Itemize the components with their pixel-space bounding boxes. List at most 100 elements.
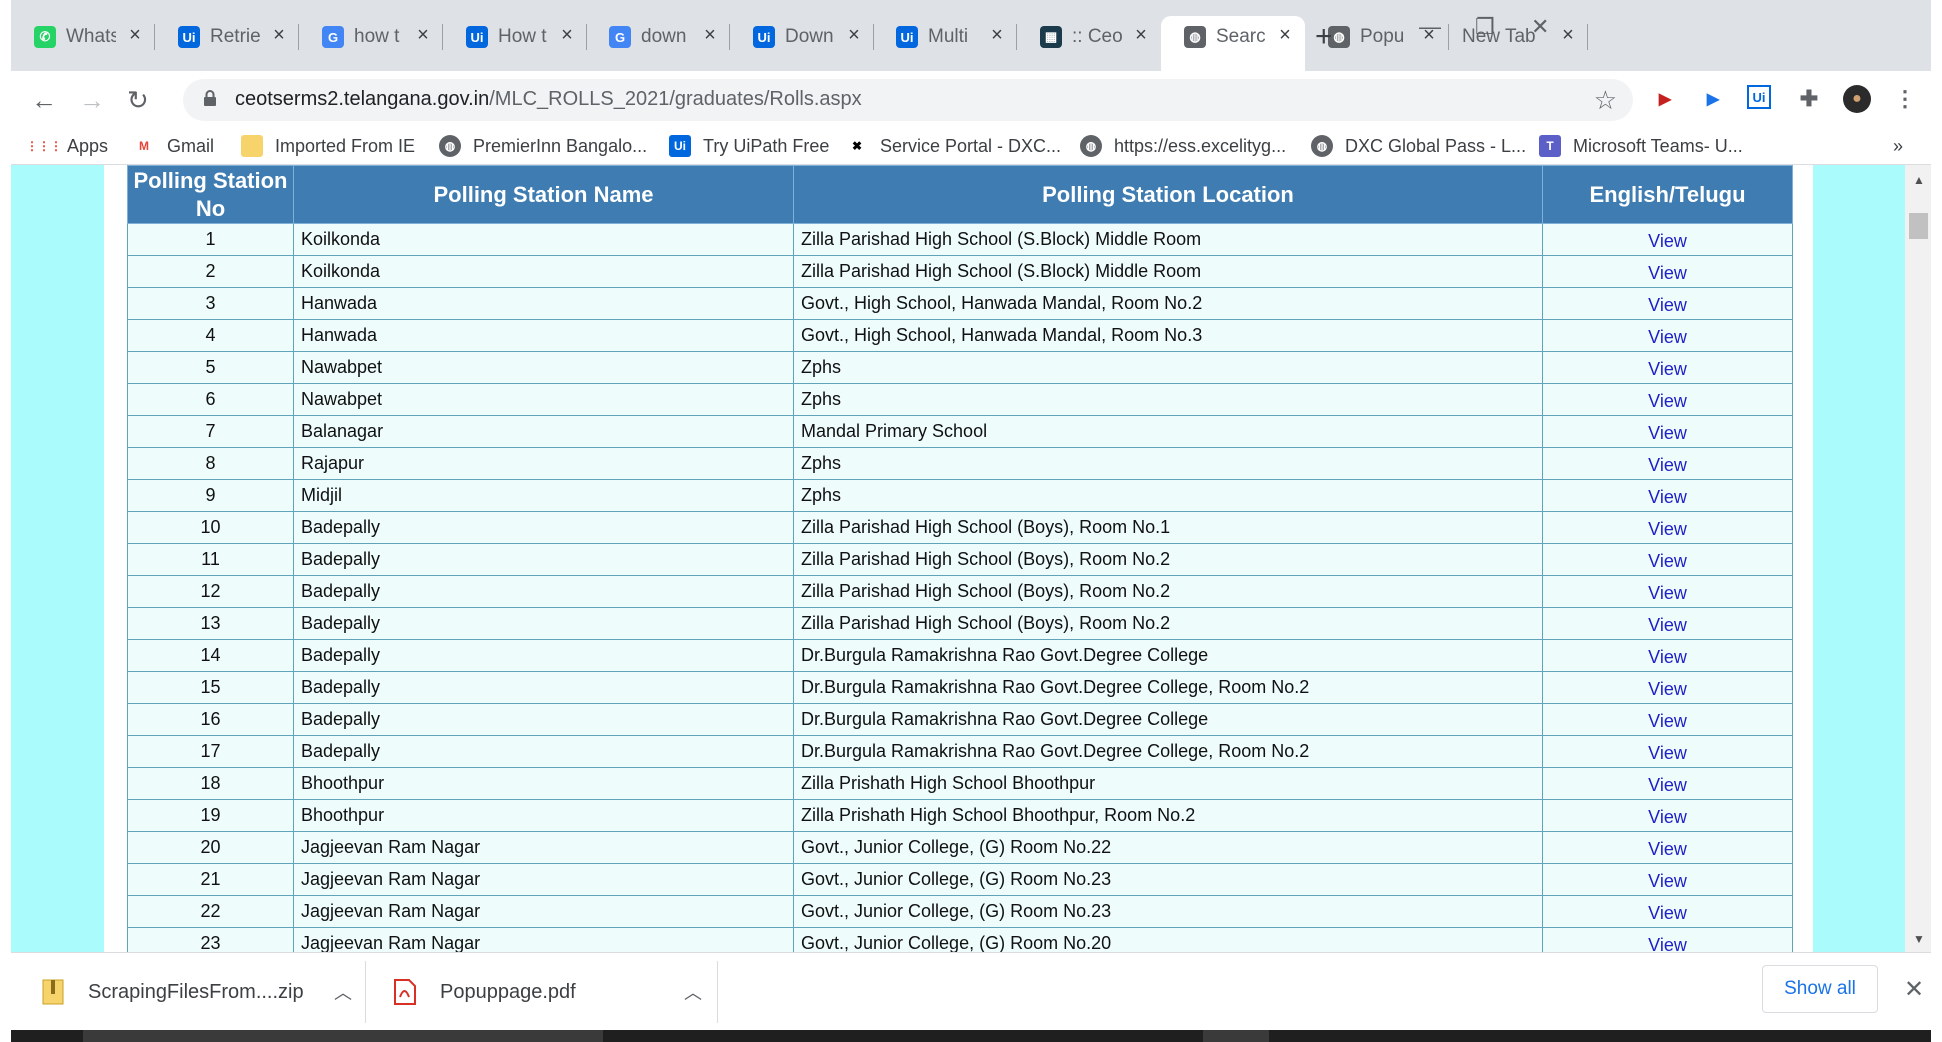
back-arrow-icon[interactable]: ← <box>31 85 57 116</box>
table-header-row: Polling Station No Polling Station Name … <box>127 165 1793 224</box>
chevron-up-icon[interactable]: ︿ <box>684 979 702 1005</box>
view-cell: View <box>1542 319 1793 352</box>
close-tab-icon[interactable]: × <box>1129 24 1153 47</box>
close-downloads-bar-icon[interactable]: ✕ <box>1904 975 1924 1004</box>
view-link[interactable]: View <box>1648 551 1687 571</box>
bookmark-item[interactable]: Imported From IE <box>241 134 415 158</box>
view-link[interactable]: View <box>1648 903 1687 923</box>
station-name-cell: Koilkonda <box>293 255 794 288</box>
close-tab-icon[interactable]: × <box>1273 24 1297 47</box>
forward-arrow-icon[interactable]: → <box>79 85 105 116</box>
bookmark-item[interactable]: ⋮⋮⋮ Apps <box>26 134 108 158</box>
tab-4[interactable]: Gdown × <box>586 16 730 57</box>
station-location-cell: Zphs <box>793 351 1543 384</box>
restore-button[interactable]: ❐ <box>1475 14 1495 40</box>
tab-8[interactable]: ◍ Searc × <box>1161 16 1305 71</box>
station-name-cell: Badepally <box>293 639 794 672</box>
view-link[interactable]: View <box>1648 455 1687 475</box>
extensions-puzzle-icon[interactable]: ✚ <box>1795 85 1823 113</box>
bookmark-label: PremierInn Bangalo... <box>473 135 648 156</box>
table-row: 9 Midjil Zphs View <box>127 479 1793 512</box>
view-link[interactable]: View <box>1648 615 1687 635</box>
chevron-up-icon[interactable]: ︿ <box>334 979 352 1005</box>
globe-icon: ◍ <box>439 135 461 157</box>
view-link[interactable]: View <box>1648 263 1687 283</box>
scroll-up-arrow-icon[interactable]: ▲ <box>1913 173 1925 187</box>
close-tab-icon[interactable]: × <box>842 24 866 47</box>
uipath-icon: Ui <box>178 26 200 48</box>
bookmark-item[interactable]: T Microsoft Teams- U... <box>1539 134 1743 158</box>
bookmark-item[interactable]: Ui Try UiPath Free <box>669 134 829 158</box>
bookmark-item[interactable]: ✖ Service Portal - DXC... <box>846 134 1061 158</box>
bookmark-star-icon[interactable]: ☆ <box>1594 85 1617 116</box>
view-link[interactable]: View <box>1648 231 1687 251</box>
profile-avatar[interactable]: ● <box>1843 85 1871 113</box>
bookmark-item[interactable]: ◍ DXC Global Pass - L... <box>1311 134 1526 158</box>
show-all-downloads-button[interactable]: Show all <box>1762 965 1878 1013</box>
reload-icon[interactable]: ↻ <box>127 85 149 116</box>
close-tab-icon[interactable]: × <box>698 24 722 47</box>
url-text: ceotserms2.telangana.gov.in/MLC_ROLLS_20… <box>235 88 862 111</box>
table-row: 13 Badepally Zilla Parishad High School (B… <box>127 607 1793 640</box>
view-link[interactable]: View <box>1648 935 1687 952</box>
uipath-extension-icon[interactable]: Ui <box>1747 85 1771 109</box>
download-item-zip[interactable]: ScrapingFilesFrom....zip ︿ <box>42 953 362 1031</box>
scroll-down-arrow-icon[interactable]: ▼ <box>1913 932 1925 946</box>
close-tab-icon[interactable]: × <box>985 24 1009 47</box>
view-link[interactable]: View <box>1648 807 1687 827</box>
bookmark-item[interactable]: ◍ https://ess.excelityg... <box>1080 134 1286 158</box>
view-link[interactable]: View <box>1648 647 1687 667</box>
close-tab-icon[interactable]: × <box>555 24 579 47</box>
tab-1[interactable]: Ui Retrie × <box>155 16 299 57</box>
view-link[interactable]: View <box>1648 391 1687 411</box>
address-bar[interactable]: ceotserms2.telangana.gov.in/MLC_ROLLS_20… <box>183 79 1633 121</box>
header-station-no: Polling Station No <box>127 165 294 224</box>
scrollbar-thumb[interactable] <box>1909 213 1928 239</box>
close-tab-icon[interactable]: × <box>1556 24 1580 47</box>
view-link[interactable]: View <box>1648 583 1687 603</box>
download-item-pdf[interactable]: Popuppage.pdf ︿ <box>394 953 714 1031</box>
tab-7[interactable]: ▦:: Ceo × <box>1017 16 1161 57</box>
new-tab-button[interactable]: + <box>1315 20 1333 54</box>
view-link[interactable]: View <box>1648 295 1687 315</box>
close-tab-icon[interactable]: × <box>123 24 147 47</box>
view-cell: View <box>1542 383 1793 416</box>
download-divider <box>365 961 366 1023</box>
station-no-cell: 8 <box>127 447 294 480</box>
station-location-cell: Govt., Junior College, (G) Room No.20 <box>793 927 1543 952</box>
more-bookmarks-chevron[interactable]: » <box>1893 134 1903 158</box>
uipath-icon: Ui <box>896 26 918 48</box>
view-link[interactable]: View <box>1648 423 1687 443</box>
downloads-bar: ScrapingFilesFrom....zip ︿ Popuppage.pdf… <box>11 952 1931 1030</box>
station-no-cell: 3 <box>127 287 294 320</box>
station-location-cell: Govt., Junior College, (G) Room No.22 <box>793 831 1543 864</box>
tab-3[interactable]: Ui How t × <box>443 16 587 57</box>
view-link[interactable]: View <box>1648 327 1687 347</box>
view-link[interactable]: View <box>1648 775 1687 795</box>
view-link[interactable]: View <box>1648 839 1687 859</box>
close-tab-icon[interactable]: × <box>411 24 435 47</box>
station-location-cell: Dr.Burgula Ramakrishna Rao Govt.Degree C… <box>793 735 1543 768</box>
video-extension-icon[interactable]: ▶ <box>1651 85 1679 113</box>
view-link[interactable]: View <box>1648 711 1687 731</box>
view-link[interactable]: View <box>1648 359 1687 379</box>
bookmark-item[interactable]: ◍ PremierInn Bangalo... <box>439 134 647 158</box>
menu-kebab-icon[interactable]: ⋮ <box>1891 85 1919 113</box>
tab-6[interactable]: Ui Multi × <box>873 16 1017 57</box>
view-link[interactable]: View <box>1648 487 1687 507</box>
close-window-button[interactable]: ✕ <box>1531 14 1549 40</box>
minimize-button[interactable]: — <box>1419 14 1441 40</box>
teams-icon: T <box>1539 135 1561 157</box>
view-link[interactable]: View <box>1648 679 1687 699</box>
bookmark-item[interactable]: M Gmail <box>133 134 214 158</box>
view-link[interactable]: View <box>1648 871 1687 891</box>
close-tab-icon[interactable]: × <box>267 24 291 47</box>
view-link[interactable]: View <box>1648 743 1687 763</box>
vertical-scrollbar[interactable]: ▲ ▼ <box>1905 165 1931 952</box>
tab-5[interactable]: Ui Down × <box>730 16 874 57</box>
tab-2[interactable]: Ghow t × <box>299 16 443 57</box>
view-link[interactable]: View <box>1648 519 1687 539</box>
play-extension-icon[interactable]: ▶ <box>1699 85 1727 113</box>
tab-10[interactable]: New Tab × <box>1448 16 1588 57</box>
tab-0[interactable]: ✆ Whats × <box>11 16 155 57</box>
